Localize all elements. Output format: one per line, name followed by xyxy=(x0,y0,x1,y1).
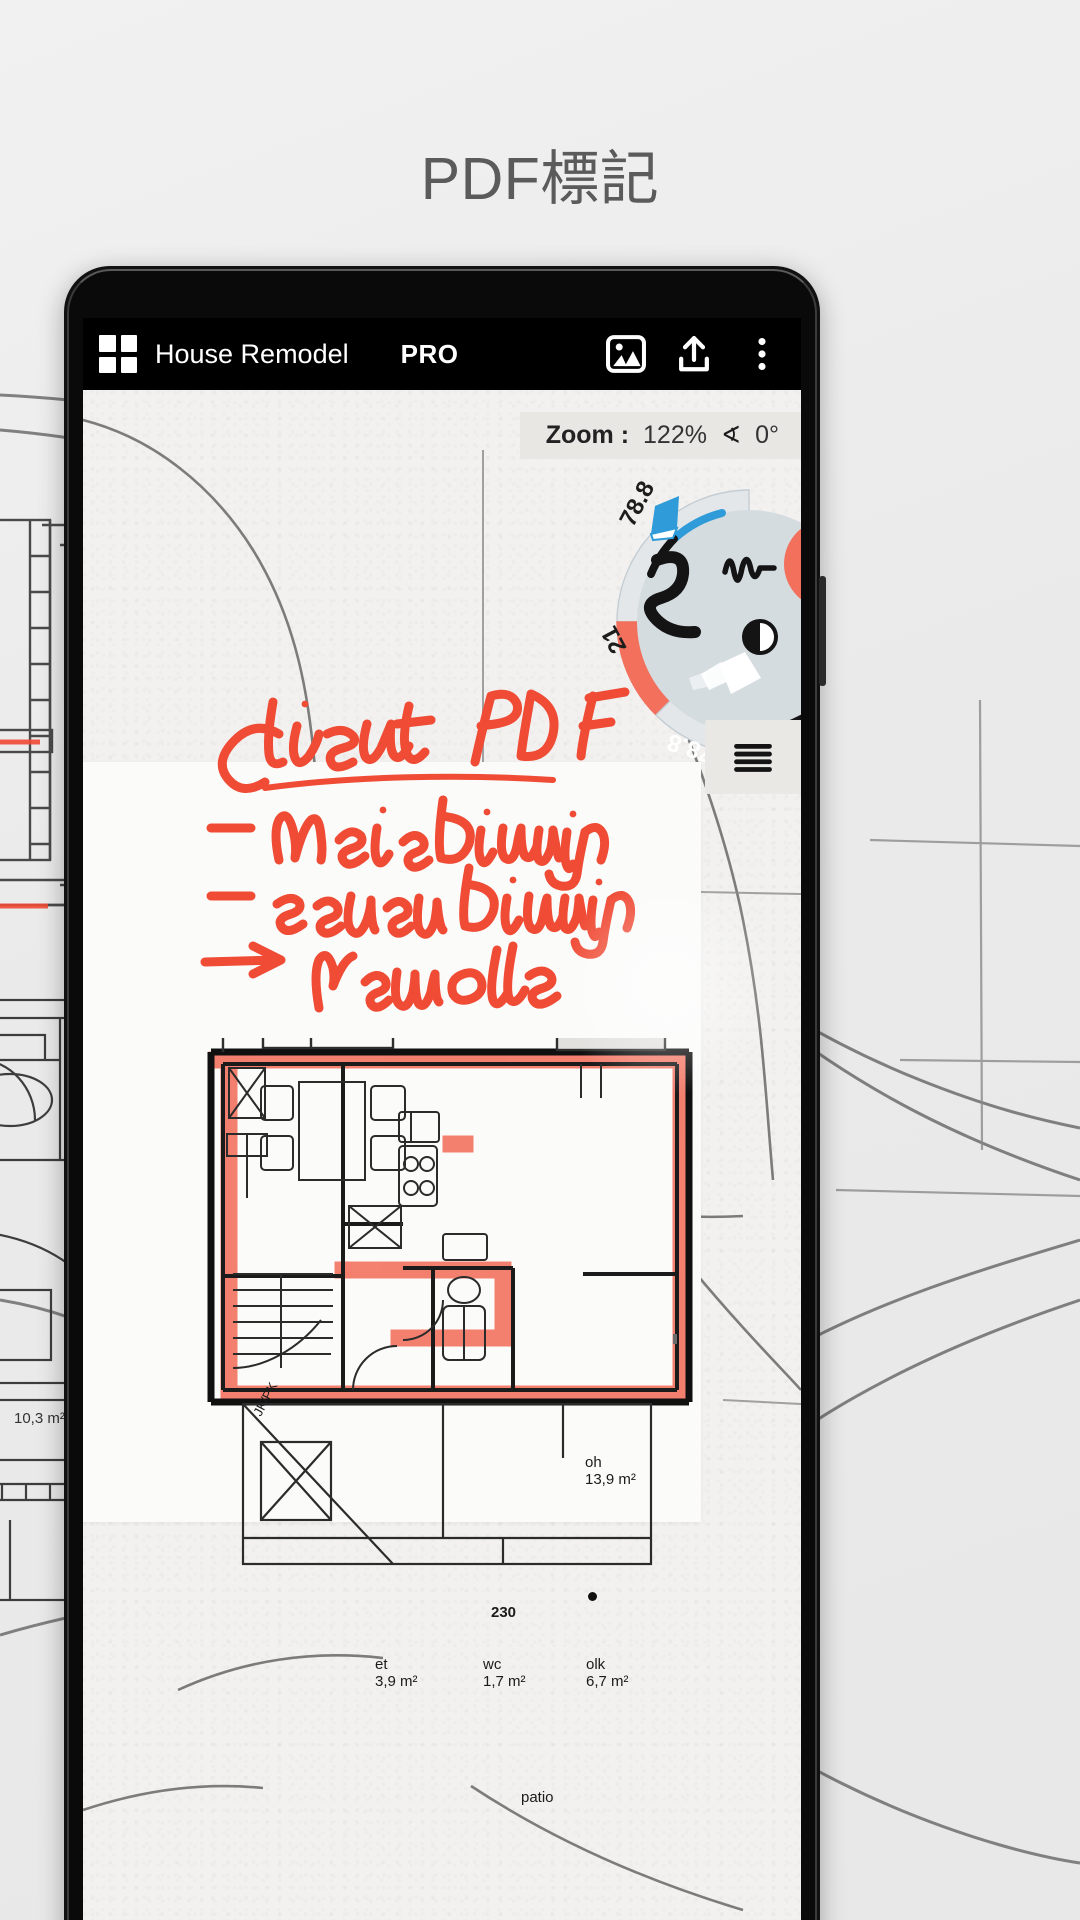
room-label-oh: oh 13,9 m² xyxy=(585,1454,636,1489)
rotation-value: 0° xyxy=(755,421,779,449)
room-name-wc: wc xyxy=(483,1656,502,1673)
zoom-value: 122% xyxy=(643,421,707,449)
room-area-oh: 13,9 m² xyxy=(585,1470,636,1488)
angle-icon: ∢ xyxy=(720,422,742,449)
room-label-olk: olk 6,7 m² xyxy=(586,1656,629,1691)
pro-badge: PRO xyxy=(400,338,459,369)
room-area-olk: 6,7 m² xyxy=(586,1672,629,1690)
grid-icon[interactable] xyxy=(99,335,137,373)
label-230: 230 xyxy=(491,1604,517,1621)
power-button[interactable] xyxy=(819,576,826,686)
room-label-et: et 3,9 m² xyxy=(375,1656,418,1691)
eraser-tool-icon xyxy=(649,496,679,542)
plan-dot xyxy=(588,1592,597,1601)
stray-mark xyxy=(673,1334,677,1344)
background-area-label: 10,3 m² xyxy=(14,1410,65,1427)
share-upload-icon[interactable] xyxy=(671,331,717,377)
room-name-et: et xyxy=(375,1656,388,1673)
floorplan-drawing xyxy=(207,1038,693,1566)
room-label-wc: wc 1,7 m² xyxy=(483,1656,526,1691)
app-title: House Remodel xyxy=(155,338,349,369)
phone-screen: House Remodel PRO Zoom: 122% ∢ 0° 78.8 … xyxy=(83,318,801,1920)
room-area-wc: 1,7 m² xyxy=(483,1672,526,1690)
zoom-indicator: Zoom : 122% ∢ 0° xyxy=(519,412,801,459)
phone-device-frame: House Remodel PRO Zoom: 122% ∢ 0° 78.8 … xyxy=(64,266,826,1920)
layers-icon[interactable] xyxy=(705,720,801,794)
room-name-olk: olk xyxy=(586,1656,606,1673)
zoom-label: Zoom : xyxy=(545,421,630,449)
app-screenshot: 10,3 m² PDF標記 House Remodel PRO Zoom: 1… xyxy=(0,0,1080,1920)
room-area-et: 3,9 m² xyxy=(375,1672,418,1690)
app-bar: House Remodel PRO xyxy=(83,318,801,390)
opacity-contrast-icon xyxy=(742,619,778,655)
pdf-canvas[interactable]: Zoom : 122% ∢ 0° 78.8 21 78.8 8.4 oh 13,… xyxy=(83,390,801,1920)
room-name-oh: oh xyxy=(585,1454,602,1471)
image-icon[interactable] xyxy=(603,331,649,377)
page-title: PDF標記 xyxy=(420,146,660,212)
highlighted-walls xyxy=(208,1051,690,1403)
overflow-menu-icon[interactable] xyxy=(739,331,785,377)
structural-walls xyxy=(207,1048,693,1406)
room-label-patio: patio xyxy=(521,1789,554,1806)
